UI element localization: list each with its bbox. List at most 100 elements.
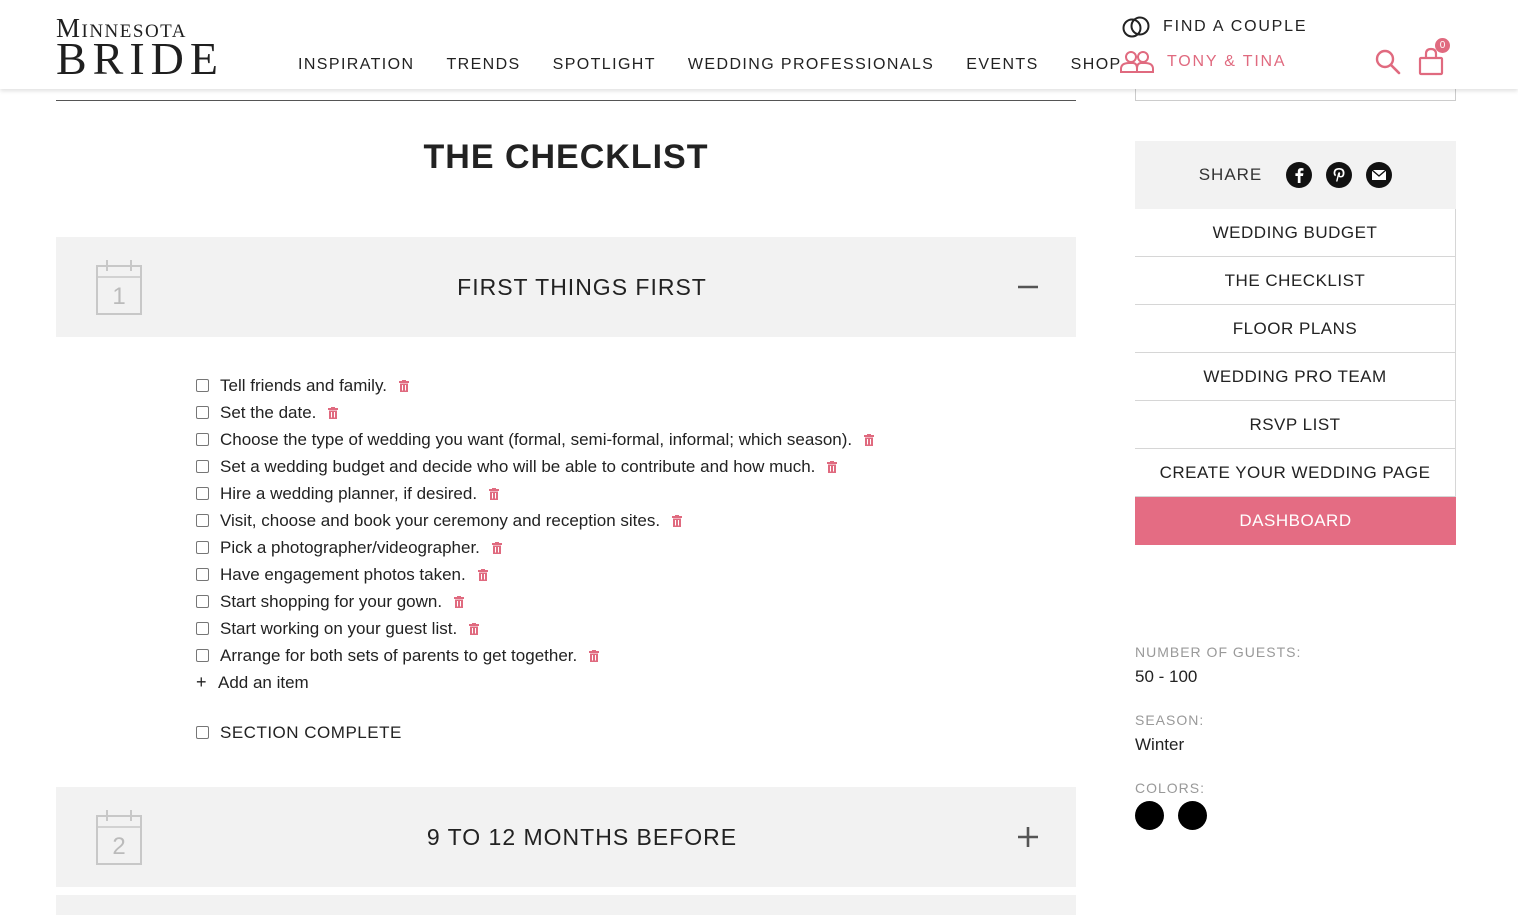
sidebar-top-panel (1135, 89, 1456, 101)
item-text: Arrange for both sets of parents to get … (220, 645, 578, 665)
item-checkbox[interactable] (196, 406, 209, 419)
item-text: Hire a wedding planner, if desired. (220, 483, 478, 503)
plus-icon (1018, 827, 1038, 847)
colors-label: COLORS: (1135, 780, 1206, 796)
trash-icon[interactable] (469, 622, 480, 635)
trash-icon[interactable] (454, 595, 465, 608)
checklist-item: Visit, choose and book your ceremony and… (194, 507, 1054, 534)
item-text: Set the date. (220, 402, 317, 422)
checklist-item: Set a wedding budget and decide who will… (194, 453, 1054, 480)
nav-item-spotlight[interactable]: SPOTLIGHT (553, 56, 656, 74)
divider (56, 100, 1076, 101)
add-item-label: Add an item (218, 672, 309, 692)
checklist-item: Tell friends and family. (194, 372, 1054, 399)
find-a-couple-link[interactable]: FIND A COUPLE (1121, 16, 1307, 38)
search-button[interactable] (1374, 48, 1402, 76)
trash-icon[interactable] (477, 568, 488, 581)
item-checkbox[interactable] (196, 568, 209, 581)
item-checkbox[interactable] (196, 433, 209, 446)
trash-icon[interactable] (864, 433, 875, 446)
checklist-item: Set the date. (194, 399, 1054, 426)
sidebar-item-wedding-pro-team[interactable]: WEDDING PRO TEAM (1135, 353, 1456, 401)
sidebar-menu: WEDDING BUDGET THE CHECKLIST FLOOR PLANS… (1135, 209, 1456, 545)
sidebar-item-the-checklist[interactable]: THE CHECKLIST (1135, 257, 1456, 305)
section-title: 9 TO 12 MONTHS BEFORE (426, 824, 738, 850)
couple-account-link[interactable]: TONY & TINA (1119, 50, 1286, 74)
couple-name: TONY & TINA (1167, 53, 1287, 70)
checklist-section-header-3[interactable] (56, 895, 1076, 915)
nav-item-inspiration[interactable]: INSPIRATION (298, 56, 414, 74)
item-checkbox[interactable] (196, 622, 209, 635)
sidebar-item-wedding-budget[interactable]: WEDDING BUDGET (1135, 209, 1456, 257)
section-complete-checkbox[interactable] (196, 726, 209, 739)
logo-bottom-text: BRIDE (56, 33, 224, 84)
nav-item-shop[interactable]: SHOP (1071, 56, 1122, 74)
email-icon[interactable] (1366, 162, 1393, 188)
checklist-item: Pick a photographer/videographer. (194, 534, 1054, 561)
trash-icon[interactable] (672, 514, 683, 527)
minus-icon (1018, 285, 1038, 289)
item-checkbox[interactable] (196, 595, 209, 608)
pinterest-icon[interactable] (1326, 162, 1353, 188)
find-a-couple-label: FIND A COUPLE (1163, 18, 1308, 35)
item-checkbox[interactable] (196, 541, 209, 554)
sidebar-item-create-wedding-page[interactable]: CREATE YOUR WEDDING PAGE (1135, 449, 1456, 497)
site-logo[interactable]: Minnesota BRIDE (56, 14, 226, 82)
couple-icon (1120, 51, 1154, 73)
season-value: Winter (1135, 735, 1185, 754)
cart-count-badge: 0 (1435, 38, 1450, 53)
item-text: Tell friends and family. (220, 375, 387, 395)
checklist-item: Have engagement photos taken. (194, 561, 1054, 588)
cart-button[interactable]: 0 (1418, 38, 1450, 76)
share-panel: SHARE (1135, 141, 1456, 209)
trash-icon[interactable] (589, 649, 600, 662)
plus-icon: + (196, 672, 207, 692)
item-checkbox[interactable] (196, 487, 209, 500)
item-text: Visit, choose and book your ceremony and… (220, 510, 661, 530)
checklist-items: Tell friends and family. Set the date. C… (194, 372, 1054, 696)
expand-button[interactable] (1016, 825, 1040, 849)
item-checkbox[interactable] (196, 514, 209, 527)
guests-label: NUMBER OF GUESTS: (1135, 644, 1302, 660)
section-title: FIRST THINGS FIRST (457, 274, 707, 300)
season-label: SEASON: (1135, 712, 1205, 728)
item-text: Start working on your guest list. (220, 618, 458, 638)
trash-icon[interactable] (328, 406, 339, 419)
checklist-item: Start shopping for your gown. (194, 588, 1054, 615)
checklist-item: Start working on your guest list. (194, 615, 1054, 642)
item-checkbox[interactable] (196, 460, 209, 473)
sidebar-item-dashboard[interactable]: DASHBOARD (1135, 497, 1456, 545)
trash-icon[interactable] (398, 379, 409, 392)
checklist-section-header-2[interactable]: 2 9 TO 12 MONTHS BEFORE (56, 787, 1076, 887)
item-text: Pick a photographer/videographer. (220, 537, 480, 557)
nav-item-events[interactable]: EVENTS (966, 56, 1038, 74)
item-checkbox[interactable] (196, 649, 209, 662)
guests-value: 50 - 100 (1135, 667, 1198, 686)
rings-icon (1122, 16, 1150, 38)
section-complete-label: SECTION COMPLETE (220, 722, 402, 742)
color-swatch-1[interactable] (1135, 801, 1164, 830)
trash-icon[interactable] (489, 487, 500, 500)
trash-icon[interactable] (491, 541, 502, 554)
sidebar-item-rsvp-list[interactable]: RSVP LIST (1135, 401, 1456, 449)
color-swatch-2[interactable] (1178, 801, 1207, 830)
add-item-button[interactable]: + Add an item (194, 669, 1054, 696)
sidebar-item-floor-plans[interactable]: FLOOR PLANS (1135, 305, 1456, 353)
item-text: Have engagement photos taken. (220, 564, 466, 584)
item-checkbox[interactable] (196, 379, 209, 392)
collapse-button[interactable] (1016, 275, 1040, 299)
section-complete-row: SECTION COMPLETE (194, 719, 402, 746)
share-label: SHARE (1198, 165, 1263, 184)
checklist-item: Choose the type of wedding you want (for… (194, 426, 1054, 453)
nav-item-trends[interactable]: TRENDS (446, 56, 520, 74)
checklist-section-header-1[interactable]: 1 FIRST THINGS FIRST (56, 237, 1076, 337)
facebook-icon[interactable] (1286, 162, 1313, 188)
nav-item-wedding-professionals[interactable]: WEDDING PROFESSIONALS (688, 56, 934, 74)
checklist-item: Arrange for both sets of parents to get … (194, 642, 1054, 669)
item-text: Choose the type of wedding you want (for… (220, 429, 853, 449)
page-title: THE CHECKLIST (423, 138, 709, 176)
item-text: Set a wedding budget and decide who will… (220, 456, 816, 476)
site-header: Minnesota BRIDE INSPIRATION TRENDS SPOTL… (0, 0, 1518, 89)
trash-icon[interactable] (827, 460, 838, 473)
main-nav: INSPIRATION TRENDS SPOTLIGHT WEDDING PRO… (298, 56, 1122, 74)
